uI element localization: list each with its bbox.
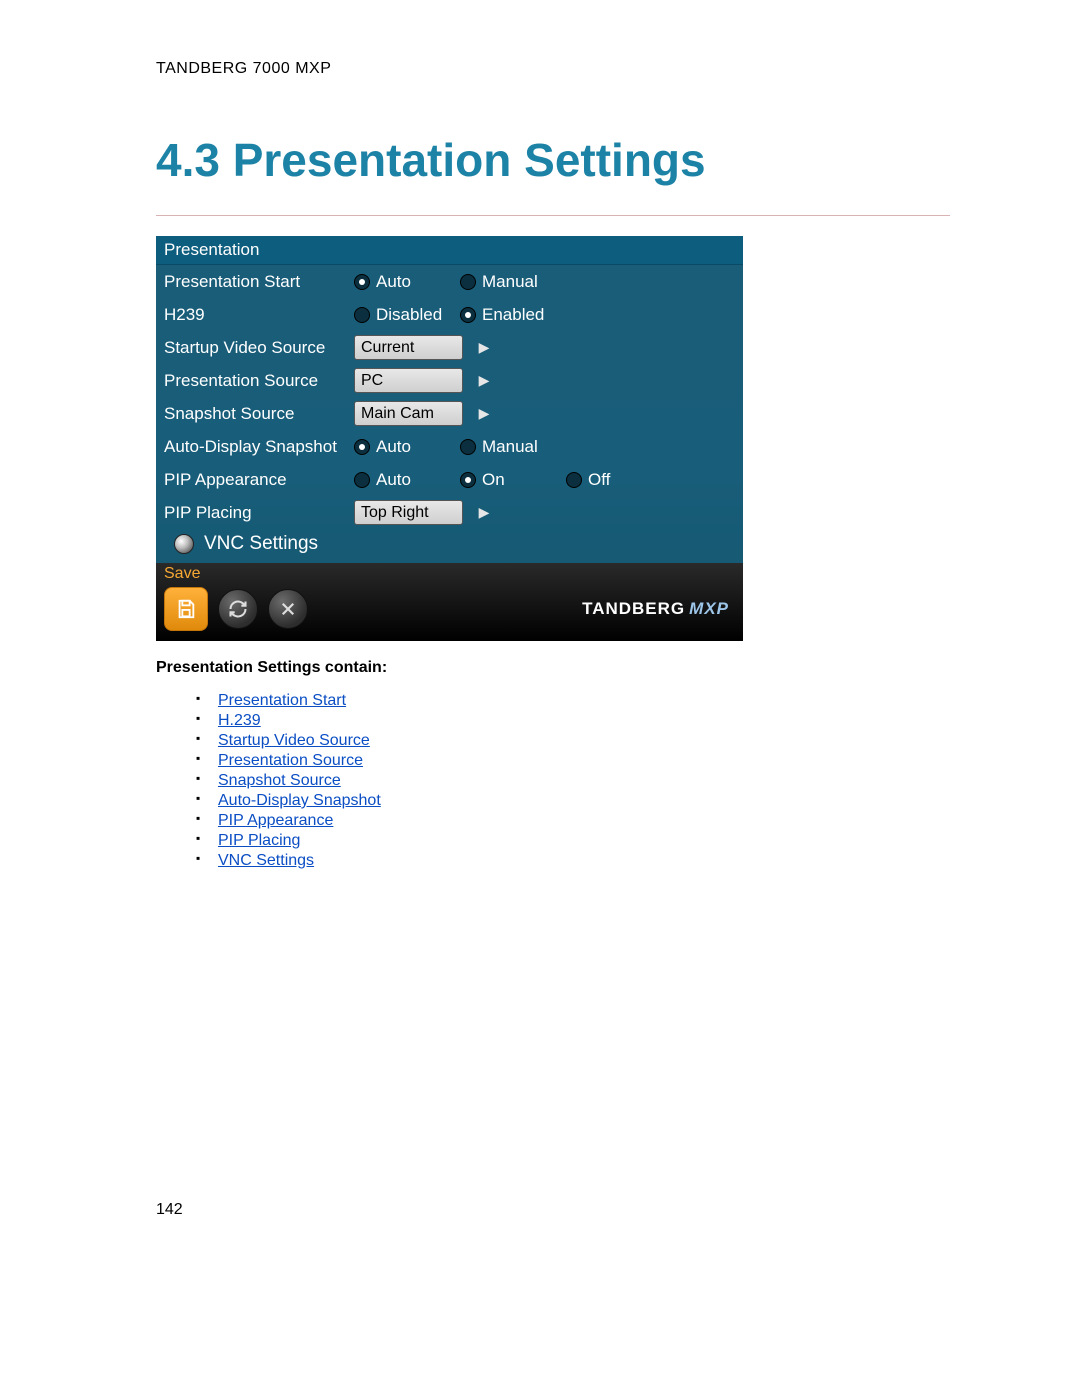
panel-title: Presentation <box>156 236 743 265</box>
row-auto-display-snapshot: Auto-Display Snapshot Auto Manual <box>156 430 743 463</box>
link-pip-appearance[interactable]: PIP Appearance <box>218 812 333 829</box>
select-value: Top Right <box>354 500 463 525</box>
save-label: Save <box>156 563 743 583</box>
floppy-icon <box>175 598 197 620</box>
chevron-right-icon: ▶ <box>471 368 497 393</box>
radio-dot-icon <box>354 439 370 455</box>
radio-pip-appearance-on[interactable]: On <box>460 470 560 490</box>
close-icon <box>279 600 297 618</box>
radio-presentation-start-auto[interactable]: Auto <box>354 272 454 292</box>
label-presentation-start: Presentation Start <box>164 272 354 292</box>
list-item: PIP Placing <box>196 831 950 851</box>
list-item: Snapshot Source <box>196 771 950 791</box>
radio-dot-icon <box>460 472 476 488</box>
list-item: Presentation Start <box>196 691 950 711</box>
save-bar: Save TANDBERG MXP <box>156 563 743 641</box>
radio-auto-display-snapshot-auto[interactable]: Auto <box>354 437 454 457</box>
row-presentation-source: Presentation Source PC ▶ <box>156 364 743 397</box>
select-value: Main Cam <box>354 401 463 426</box>
links-list: Presentation Start H.239 Startup Video S… <box>156 691 950 871</box>
chevron-right-icon: ▶ <box>471 401 497 426</box>
list-item: Presentation Source <box>196 751 950 771</box>
row-pip-appearance: PIP Appearance Auto On Off <box>156 463 743 496</box>
list-item: Startup Video Source <box>196 731 950 751</box>
row-h239: H239 Disabled Enabled <box>156 298 743 331</box>
radio-dot-icon <box>354 472 370 488</box>
refresh-button[interactable] <box>218 589 258 629</box>
chevron-right-icon: ▶ <box>471 500 497 525</box>
divider <box>156 215 950 216</box>
radio-dot-icon <box>460 439 476 455</box>
select-value: PC <box>354 368 463 393</box>
link-h239[interactable]: H.239 <box>218 712 261 729</box>
radio-dot-icon <box>354 307 370 323</box>
label-pip-placing: PIP Placing <box>164 503 354 523</box>
refresh-icon <box>228 599 248 619</box>
label-pip-appearance: PIP Appearance <box>164 470 354 490</box>
chevron-right-icon: ▶ <box>471 335 497 360</box>
page-title: 4.3 Presentation Settings <box>156 133 950 187</box>
vnc-settings-label: VNC Settings <box>204 533 318 555</box>
page-number: 142 <box>156 1201 950 1219</box>
select-presentation-source[interactable]: PC ▶ <box>354 368 497 393</box>
radio-h239-disabled[interactable]: Disabled <box>354 305 454 325</box>
link-presentation-source[interactable]: Presentation Source <box>218 752 363 769</box>
close-button[interactable] <box>268 589 308 629</box>
list-item: VNC Settings <box>196 851 950 871</box>
link-presentation-start[interactable]: Presentation Start <box>218 692 346 709</box>
label-snapshot-source: Snapshot Source <box>164 404 354 424</box>
settings-panel: Presentation Presentation Start Auto Man… <box>156 236 743 641</box>
brand-logo: TANDBERG MXP <box>582 599 729 619</box>
label-presentation-source: Presentation Source <box>164 371 354 391</box>
radio-auto-display-snapshot-manual[interactable]: Manual <box>460 437 560 457</box>
list-item: Auto-Display Snapshot <box>196 791 950 811</box>
label-h239: H239 <box>164 305 354 325</box>
label-startup-video-source: Startup Video Source <box>164 338 354 358</box>
link-auto-display-snapshot[interactable]: Auto-Display Snapshot <box>218 792 381 809</box>
select-pip-placing[interactable]: Top Right ▶ <box>354 500 497 525</box>
radio-h239-enabled[interactable]: Enabled <box>460 305 560 325</box>
select-value: Current <box>354 335 463 360</box>
radio-dot-icon <box>354 274 370 290</box>
link-vnc-settings[interactable]: VNC Settings <box>218 852 314 869</box>
save-button[interactable] <box>164 587 208 631</box>
row-startup-video-source: Startup Video Source Current ▶ <box>156 331 743 364</box>
radio-dot-icon <box>460 274 476 290</box>
radio-pip-appearance-off[interactable]: Off <box>566 470 666 490</box>
subhead: Presentation Settings contain: <box>156 659 950 677</box>
select-snapshot-source[interactable]: Main Cam ▶ <box>354 401 497 426</box>
link-snapshot-source[interactable]: Snapshot Source <box>218 772 341 789</box>
link-startup-video-source[interactable]: Startup Video Source <box>218 732 370 749</box>
label-auto-display-snapshot: Auto-Display Snapshot <box>164 437 354 457</box>
radio-presentation-start-manual[interactable]: Manual <box>460 272 560 292</box>
radio-pip-appearance-auto[interactable]: Auto <box>354 470 454 490</box>
row-snapshot-source: Snapshot Source Main Cam ▶ <box>156 397 743 430</box>
list-item: PIP Appearance <box>196 811 950 831</box>
list-item: H.239 <box>196 711 950 731</box>
product-name: TANDBERG 7000 MXP <box>156 60 950 78</box>
select-startup-video-source[interactable]: Current ▶ <box>354 335 497 360</box>
radio-dot-icon <box>566 472 582 488</box>
row-presentation-start: Presentation Start Auto Manual <box>156 265 743 298</box>
row-pip-placing: PIP Placing Top Right ▶ <box>156 496 743 529</box>
settings-icon <box>174 534 194 554</box>
link-pip-placing[interactable]: PIP Placing <box>218 832 300 849</box>
radio-dot-icon <box>460 307 476 323</box>
vnc-settings-link[interactable]: VNC Settings <box>156 529 743 563</box>
